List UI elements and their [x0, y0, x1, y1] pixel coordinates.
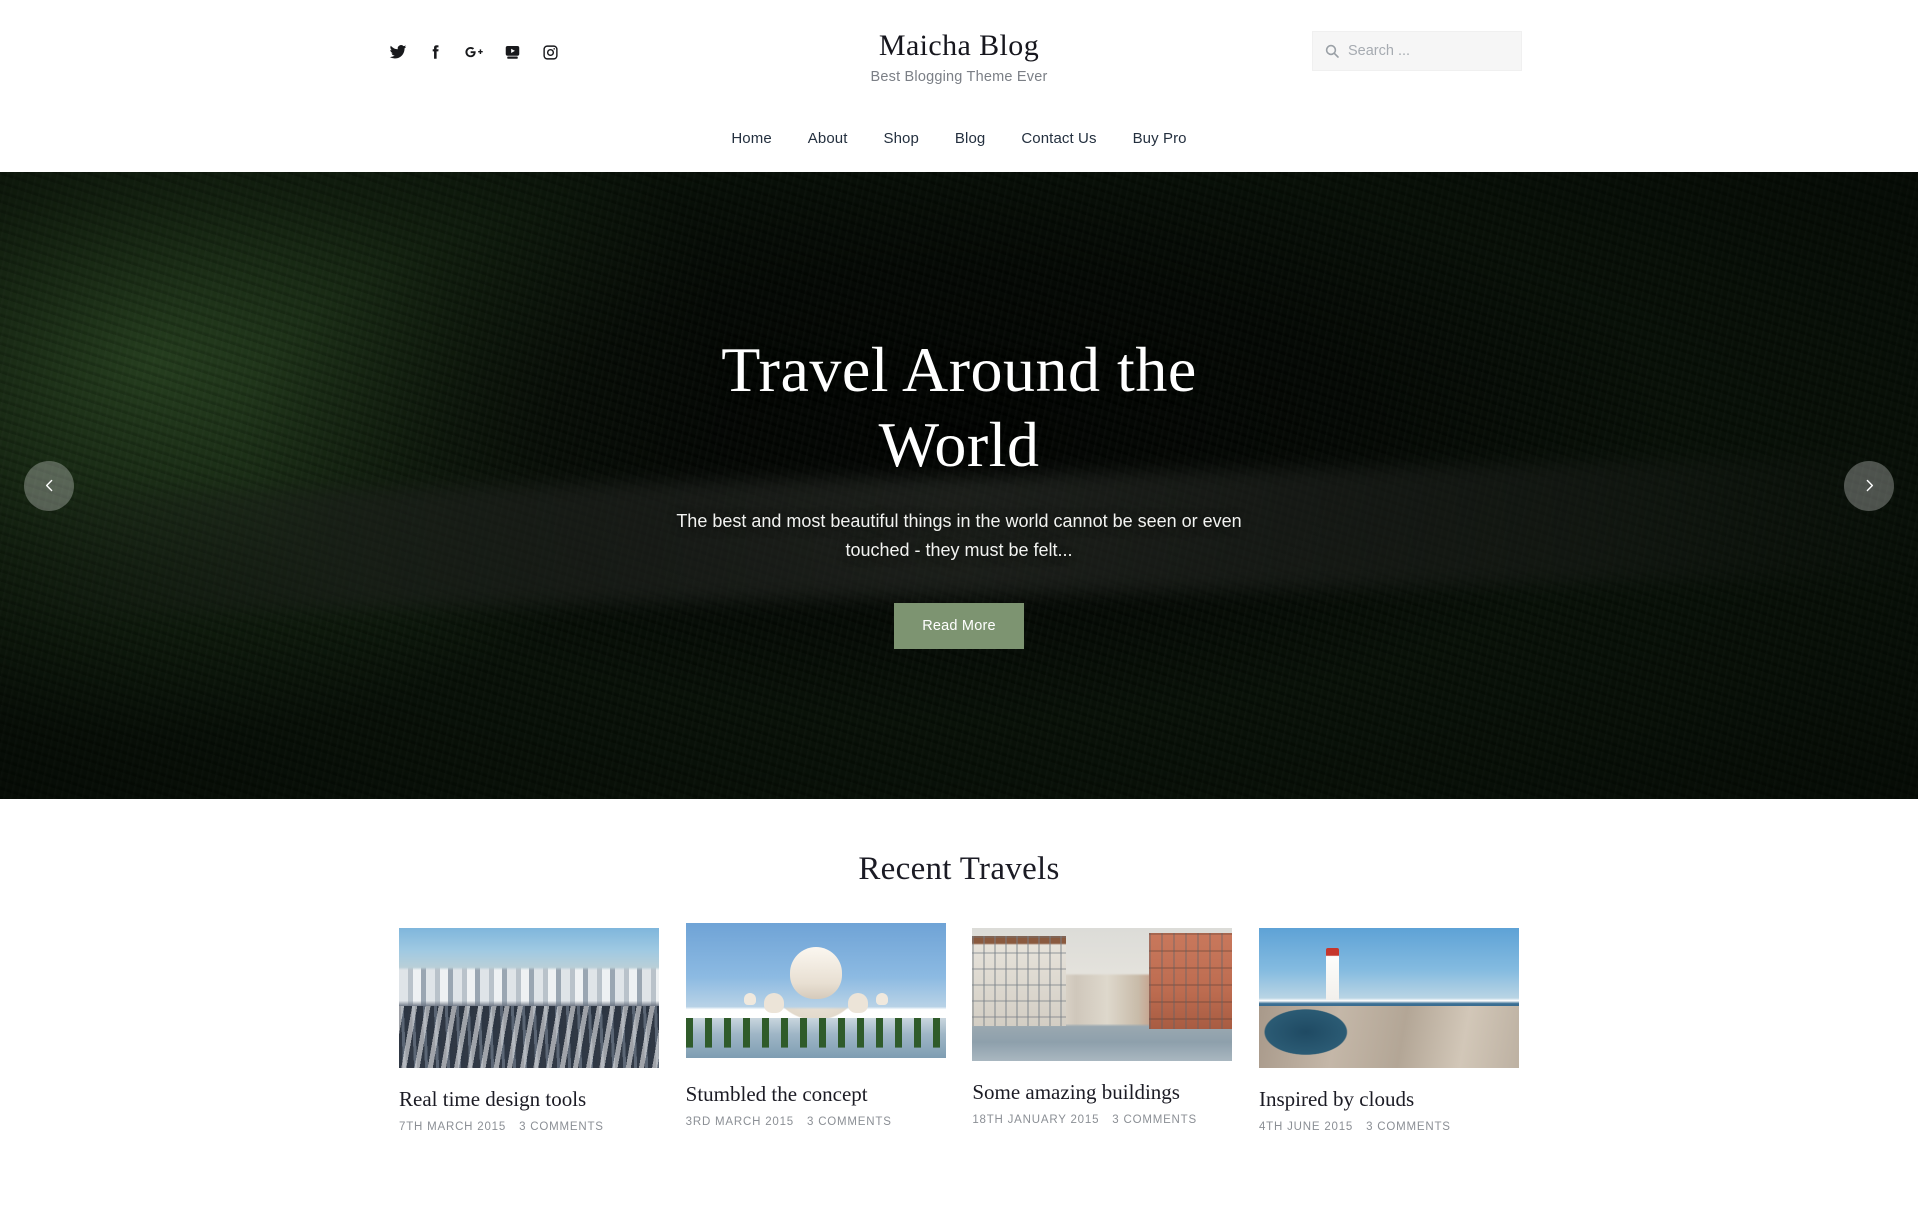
nav-item-shop[interactable]: Shop — [865, 124, 936, 153]
post-meta: 3RD MARCH 2015 3 COMMENTS — [686, 1116, 946, 1128]
social-links — [388, 42, 560, 62]
nav-link-contact-us[interactable]: Contact Us — [1003, 124, 1114, 153]
post-image-lighthouse — [1258, 928, 1519, 1068]
post-meta: 18TH JANUARY 2015 3 COMMENTS — [972, 1114, 1232, 1126]
hero-slider: Travel Around the World The best and mos… — [0, 172, 1918, 799]
youtube-icon[interactable] — [502, 42, 522, 62]
hero-title: Travel Around the World — [721, 333, 1197, 481]
nav-item-home[interactable]: Home — [713, 124, 789, 153]
hero-description: The best and most beautiful things in th… — [676, 510, 1242, 561]
recent-travels-section: Recent Travels Real time design tools 7T… — [0, 799, 1918, 1134]
post-date: 18TH JANUARY 2015 — [972, 1114, 1100, 1127]
slider-prev-button[interactable] — [24, 460, 74, 511]
twitter-icon[interactable] — [388, 42, 408, 62]
slider-next-button[interactable] — [1844, 460, 1894, 511]
post-date: 3RD MARCH 2015 — [685, 1116, 794, 1129]
post-meta: 4TH JUNE 2015 3 COMMENTS — [1259, 1121, 1519, 1133]
post-meta: 7TH MARCH 2015 3 COMMENTS — [399, 1121, 659, 1133]
post-date: 4TH JUNE 2015 — [1258, 1121, 1354, 1134]
post-comments[interactable]: 3 COMMENTS — [1366, 1121, 1451, 1133]
nav-link-home[interactable]: Home — [713, 124, 789, 153]
facebook-icon[interactable] — [426, 42, 446, 62]
site-branding: Maicha Blog Best Blogging Theme Ever — [0, 28, 1918, 85]
search-input[interactable] — [1313, 32, 1521, 70]
nav-item-about[interactable]: About — [790, 124, 866, 153]
post-comments[interactable]: 3 COMMENTS — [1112, 1114, 1197, 1126]
post-card[interactable]: Inspired by clouds 4TH JUNE 2015 3 COMME… — [1258, 928, 1519, 1133]
post-thumbnail[interactable] — [972, 928, 1233, 1061]
post-card[interactable]: Stumbled the concept 3RD MARCH 2015 3 CO… — [685, 923, 946, 1128]
nav-list: Home About Shop Blog Contact Us Buy Pro — [713, 124, 1204, 153]
post-thumbnail[interactable] — [1258, 928, 1519, 1068]
nav-item-contact-us[interactable]: Contact Us — [1003, 124, 1114, 153]
primary-navigation: Home About Shop Blog Contact Us Buy Pro — [0, 118, 1918, 172]
post-thumbnail[interactable] — [685, 923, 946, 1058]
recent-posts-grid: Real time design tools 7TH MARCH 2015 3 … — [399, 923, 1519, 1133]
post-image-taj-mahal — [685, 923, 946, 1058]
section-title: Recent Travels — [858, 851, 1060, 887]
site-header: Maicha Blog Best Blogging Theme Ever Hom… — [0, 0, 1918, 172]
nav-link-buy-pro[interactable]: Buy Pro — [1115, 124, 1205, 153]
header-top-bar: Maicha Blog Best Blogging Theme Ever — [0, 0, 1918, 118]
search-form — [1312, 31, 1522, 71]
search-box[interactable] — [1312, 31, 1522, 71]
post-image-venice — [972, 928, 1233, 1061]
chevron-left-icon — [41, 477, 58, 494]
post-thumbnail[interactable] — [399, 928, 659, 1068]
post-card[interactable]: Real time design tools 7TH MARCH 2015 3 … — [399, 928, 659, 1133]
nav-link-shop[interactable]: Shop — [865, 124, 936, 153]
site-title[interactable]: Maicha Blog — [879, 28, 1039, 64]
site-tagline: Best Blogging Theme Ever — [870, 69, 1048, 85]
read-more-button[interactable]: Read More — [894, 603, 1024, 650]
post-comments[interactable]: 3 COMMENTS — [807, 1116, 892, 1128]
post-title[interactable]: Real time design tools — [399, 1086, 659, 1113]
instagram-icon[interactable] — [540, 42, 560, 62]
post-date: 7TH MARCH 2015 — [399, 1121, 507, 1134]
nav-link-about[interactable]: About — [790, 124, 866, 153]
post-title[interactable]: Stumbled the concept — [686, 1081, 946, 1108]
post-image-tokyo — [399, 928, 659, 1068]
post-title[interactable]: Some amazing buildings — [972, 1079, 1232, 1106]
chevron-right-icon — [1861, 477, 1878, 494]
google-plus-icon[interactable] — [464, 42, 484, 62]
hero-content: Travel Around the World The best and mos… — [0, 172, 1918, 799]
post-card[interactable]: Some amazing buildings 18TH JANUARY 2015… — [972, 928, 1233, 1126]
nav-item-blog[interactable]: Blog — [937, 124, 1003, 153]
nav-item-buy-pro[interactable]: Buy Pro — [1115, 124, 1205, 153]
nav-link-blog[interactable]: Blog — [937, 124, 1003, 153]
post-title[interactable]: Inspired by clouds — [1259, 1086, 1519, 1113]
post-comments[interactable]: 3 COMMENTS — [519, 1121, 604, 1133]
search-icon — [1324, 43, 1340, 59]
